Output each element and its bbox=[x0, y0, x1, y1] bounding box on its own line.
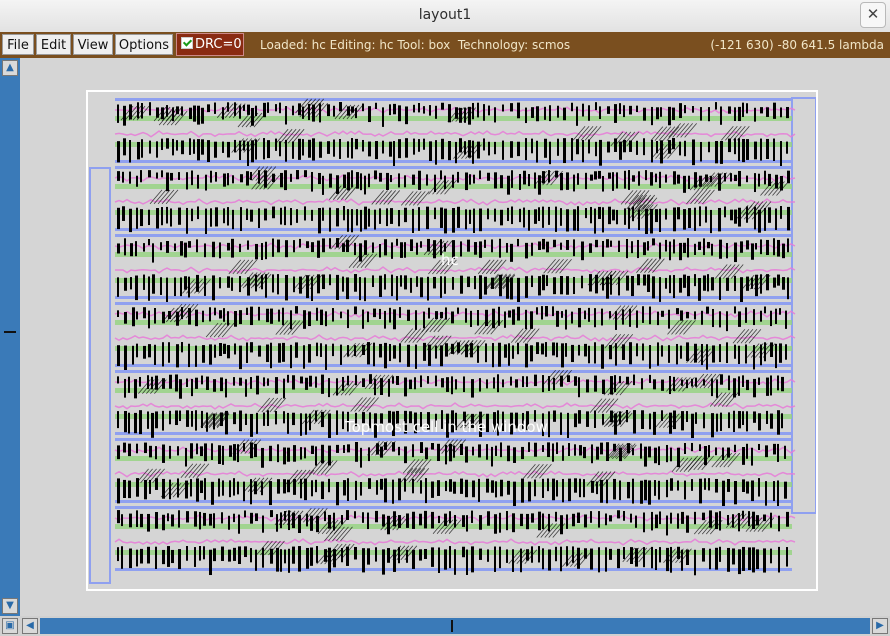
layout-canvas[interactable]: hc Topmost cell in the window bbox=[20, 58, 890, 616]
cell-bounding-box bbox=[86, 90, 818, 591]
coordinate-readout: (-121 630) -80 641.5 lambda bbox=[710, 38, 884, 52]
drc-label: DRC=0 bbox=[195, 37, 242, 52]
checkbox-icon bbox=[181, 37, 193, 49]
drc-toggle-button[interactable]: DRC=0 bbox=[176, 33, 244, 56]
right-arrow-icon[interactable]: ▶ bbox=[872, 618, 888, 634]
status-text: Loaded: hc Editing: hc Tool: box Technol… bbox=[260, 38, 571, 52]
menu-edit[interactable]: Edit bbox=[36, 34, 71, 55]
window-titlebar: layout1 ✕ bbox=[0, 0, 890, 33]
topmost-cell-label: Topmost cell in the window bbox=[345, 418, 548, 436]
left-arrow-icon[interactable]: ◀ bbox=[22, 618, 38, 634]
cell-name-label: hc bbox=[441, 251, 459, 269]
vertical-scroll-thumb[interactable] bbox=[4, 331, 16, 333]
vertical-scrollbar[interactable]: ▲ ▼ bbox=[0, 58, 20, 616]
horizontal-scroll-thumb[interactable] bbox=[451, 620, 453, 632]
menu-view[interactable]: View bbox=[73, 34, 113, 55]
down-arrow-icon[interactable]: ▼ bbox=[2, 598, 18, 614]
close-icon[interactable]: ✕ bbox=[860, 2, 886, 28]
zoom-box-icon[interactable]: ▣ bbox=[2, 618, 18, 634]
window-title: layout1 bbox=[418, 7, 472, 23]
horizontal-scroll-track[interactable] bbox=[40, 618, 870, 634]
menu-bar: File Edit View Options DRC=0 Loaded: hc … bbox=[0, 32, 890, 58]
horizontal-scrollbar[interactable]: ▣ ◀ ▶ bbox=[0, 616, 890, 636]
menu-file[interactable]: File bbox=[2, 34, 34, 55]
menu-options[interactable]: Options bbox=[115, 34, 173, 55]
up-arrow-icon[interactable]: ▲ bbox=[2, 60, 18, 76]
